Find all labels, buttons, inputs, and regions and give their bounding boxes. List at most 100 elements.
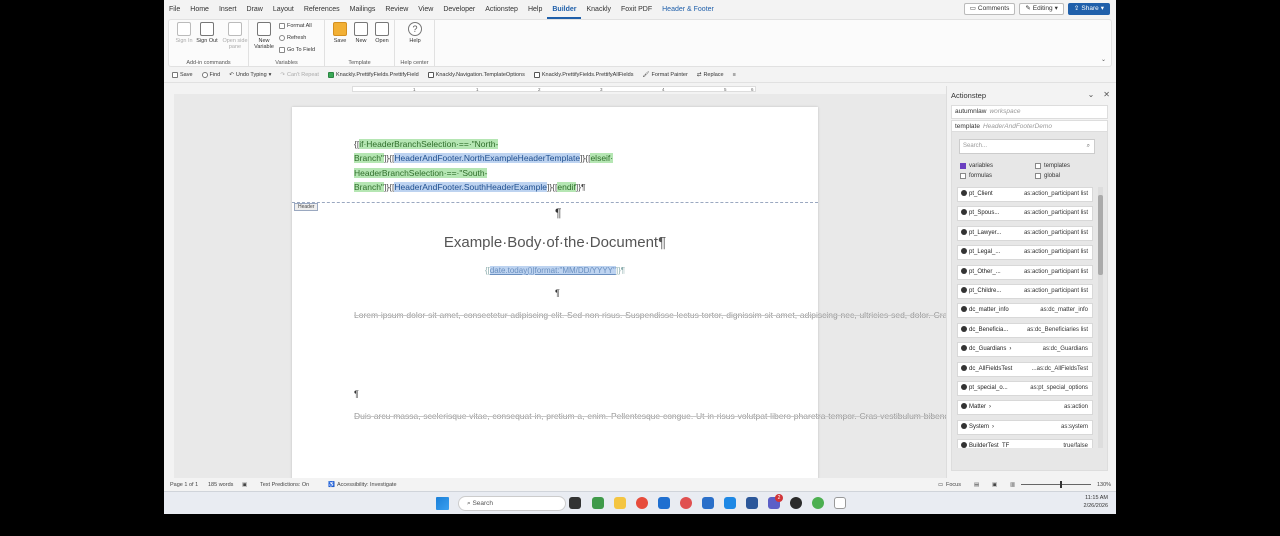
variable-list-item[interactable]: System › as:system	[957, 419, 1093, 435]
panel-scrollbar[interactable]	[1098, 187, 1103, 448]
template-save-button[interactable]: Save	[329, 22, 351, 44]
filter-formulas-checkbox[interactable]: formulas	[960, 173, 992, 179]
menu-home[interactable]: Home	[185, 0, 214, 19]
variable-list-item[interactable]: dc_AllFieldsTest ...as:dc_AllFieldsTest	[957, 361, 1093, 377]
variable-list-item[interactable]: pt_Other_... as:action_participant list	[957, 264, 1093, 280]
windows-start-icon[interactable]	[436, 497, 449, 510]
header-line-4[interactable]: Branch"]}{[HeaderAndFooter.SouthHeaderEx…	[354, 182, 818, 192]
proofing-icon[interactable]: ▣	[242, 482, 247, 488]
focus-button[interactable]: Focus	[946, 482, 961, 488]
body-paragraph-2[interactable]: Duis·arcu·massa,·scelerisque·vitae,·cons…	[354, 409, 946, 424]
template-new-button[interactable]: New	[350, 22, 372, 44]
variable-list-item[interactable]: pt_Spous... as:action_participant list	[957, 206, 1093, 222]
header-line-2[interactable]: Branch"]}{[HeaderAndFooter.NorthExampleH…	[354, 153, 818, 163]
vertical-ruler[interactable]	[164, 94, 174, 478]
variable-list-item[interactable]: pt_Client as:action_participant list	[957, 187, 1093, 202]
app-icon-azure[interactable]	[724, 497, 736, 509]
menu-view[interactable]: View	[413, 0, 438, 19]
qat-repeat-button[interactable]: ↷ Can't Repeat	[280, 72, 319, 78]
qat-save-button[interactable]: Save	[172, 72, 193, 78]
qat-undo-button[interactable]: ↶ Undo Typing ▾	[229, 72, 271, 78]
variable-list-item[interactable]: pt_Legal_... as:action_participant list	[957, 245, 1093, 261]
editing-mode-button[interactable]: ✎ Editing ▾	[1019, 3, 1064, 15]
document-area[interactable]: {[if·HeaderBranchSelection·==·"North- Br…	[174, 94, 946, 478]
variable-list-item[interactable]: pt_Lawyer... as:action_participant list	[957, 225, 1093, 241]
format-all-button[interactable]: Format All	[279, 23, 312, 29]
workspace-field[interactable]: autumnlaw workspace	[951, 105, 1108, 119]
variable-list-item[interactable]: pt_special_o... as:pt_special_options	[957, 380, 1093, 396]
header-line-3[interactable]: HeaderBranchSelection·==·"South-	[354, 168, 818, 178]
taskbar-search[interactable]: ⌕ Search	[458, 496, 566, 511]
sign-in-button[interactable]: Sign In	[173, 22, 195, 44]
go-to-field-button[interactable]: Go To Field	[279, 47, 315, 53]
filter-templates-checkbox[interactable]: templates	[1035, 163, 1070, 169]
menu-knackly[interactable]: Knackly	[581, 0, 616, 19]
text-predictions-status[interactable]: Text Predictions: On	[260, 482, 309, 488]
menu-references[interactable]: References	[299, 0, 345, 19]
menu-review[interactable]: Review	[380, 0, 413, 19]
qat-find-button[interactable]: Find	[201, 72, 220, 78]
menu-foxit-pdf[interactable]: Foxit PDF	[616, 0, 657, 19]
variable-list-item[interactable]: dc_Guardians › as:dc_Guardians	[957, 342, 1093, 358]
word-taskbar-icon[interactable]	[746, 497, 758, 509]
read-mode-icon[interactable]: ▤	[974, 482, 979, 488]
filter-variables-checkbox[interactable]: variables	[960, 163, 993, 169]
ribbon-collapse-icon[interactable]: ⌄	[1101, 56, 1106, 63]
body-paragraph-1[interactable]: Lorem·ipsum·dolor·sit·amet,·consectetur·…	[354, 308, 946, 323]
taskbar-clock[interactable]: 11:15 AM 2/26/2026	[1084, 495, 1108, 510]
comments-button[interactable]: ▭ Comments	[963, 3, 1016, 15]
page-count[interactable]: Page 1 of 1	[170, 482, 198, 488]
qat-format-painter-button[interactable]: 🖌 Format Painter	[642, 72, 687, 78]
qat-replace-button[interactable]: ⇄ Replace	[697, 72, 724, 78]
header-tag[interactable]: Header	[294, 203, 319, 211]
zoom-level[interactable]: 130%	[1097, 482, 1111, 488]
menu-developer[interactable]: Developer	[438, 0, 480, 19]
file-explorer-icon[interactable]	[614, 497, 626, 509]
menu-file[interactable]: File	[164, 0, 185, 19]
new-variable-button[interactable]: New Variable	[253, 22, 275, 50]
print-layout-icon[interactable]: ▣	[992, 482, 997, 488]
panel-search-input[interactable]: Search... ⌕	[959, 139, 1095, 154]
qat-template-options-button[interactable]: Knackly.Navigation.TemplateOptions	[427, 72, 525, 78]
qat-customize-icon[interactable]: ≡	[733, 72, 736, 78]
app-icon-blue[interactable]	[658, 497, 670, 509]
variable-list-item[interactable]: dc_Beneficia... as:dc_Beneficiaries list	[957, 322, 1093, 338]
share-button[interactable]: ⇪ Share ▾	[1067, 3, 1110, 15]
zoom-slider[interactable]	[1021, 484, 1091, 485]
header-line-1[interactable]: {[if·HeaderBranchSelection·==·"North-	[354, 139, 818, 149]
menu-builder[interactable]: Builder	[547, 0, 582, 19]
app-icon-multicolor[interactable]	[812, 497, 824, 509]
menu-mailings[interactable]: Mailings	[345, 0, 381, 19]
outlook-icon[interactable]	[702, 497, 714, 509]
variable-list-item[interactable]: pt_Childre... as:action_participant list	[957, 283, 1093, 299]
menu-header-footer[interactable]: Header & Footer	[657, 0, 719, 19]
variable-list-item[interactable]: BuilderTest_TF true/false	[957, 439, 1093, 448]
accessibility-status[interactable]: Accessibility: Investigate	[337, 482, 397, 488]
task-view-icon[interactable]	[569, 497, 581, 509]
sign-out-button[interactable]: Sign Out	[196, 22, 218, 44]
web-layout-icon[interactable]: ▥	[1010, 482, 1015, 488]
scrollbar-thumb[interactable]	[1098, 195, 1103, 275]
help-button[interactable]: ? Help	[404, 22, 426, 44]
document-page[interactable]: {[if·HeaderBranchSelection·==·"North- Br…	[292, 107, 946, 478]
document-title[interactable]: Example·Body·of·the·Document¶	[292, 234, 818, 251]
zoom-slider-thumb[interactable]	[1060, 481, 1062, 488]
app-icon-red[interactable]	[680, 497, 692, 509]
variable-list-item[interactable]: Matter › as:action	[957, 400, 1093, 416]
qat-prettify-field-button[interactable]: Knackly.PrettifyFields.PrettifyField	[327, 72, 419, 78]
app-icon-dark[interactable]	[790, 497, 802, 509]
filter-global-checkbox[interactable]: global	[1035, 173, 1060, 179]
close-icon[interactable]: ✕	[1103, 90, 1110, 99]
chevron-down-icon[interactable]: ⌄	[1088, 90, 1095, 99]
word-count[interactable]: 185 words	[208, 482, 233, 488]
menu-help[interactable]: Help	[523, 0, 547, 19]
menu-actionstep[interactable]: Actionstep	[480, 0, 523, 19]
menu-draw[interactable]: Draw	[241, 0, 267, 19]
app-icon-green[interactable]	[592, 497, 604, 509]
menu-layout[interactable]: Layout	[268, 0, 299, 19]
notepad-icon[interactable]	[834, 497, 846, 509]
date-field[interactable]: {[date.today()|format:"MM/DD/YYYY"]}¶	[292, 266, 818, 275]
qat-prettify-all-button[interactable]: Knackly.PrettifyFields.PrettifyAllFields	[533, 72, 633, 78]
menu-insert[interactable]: Insert	[214, 0, 242, 19]
chrome-icon[interactable]	[636, 497, 648, 509]
